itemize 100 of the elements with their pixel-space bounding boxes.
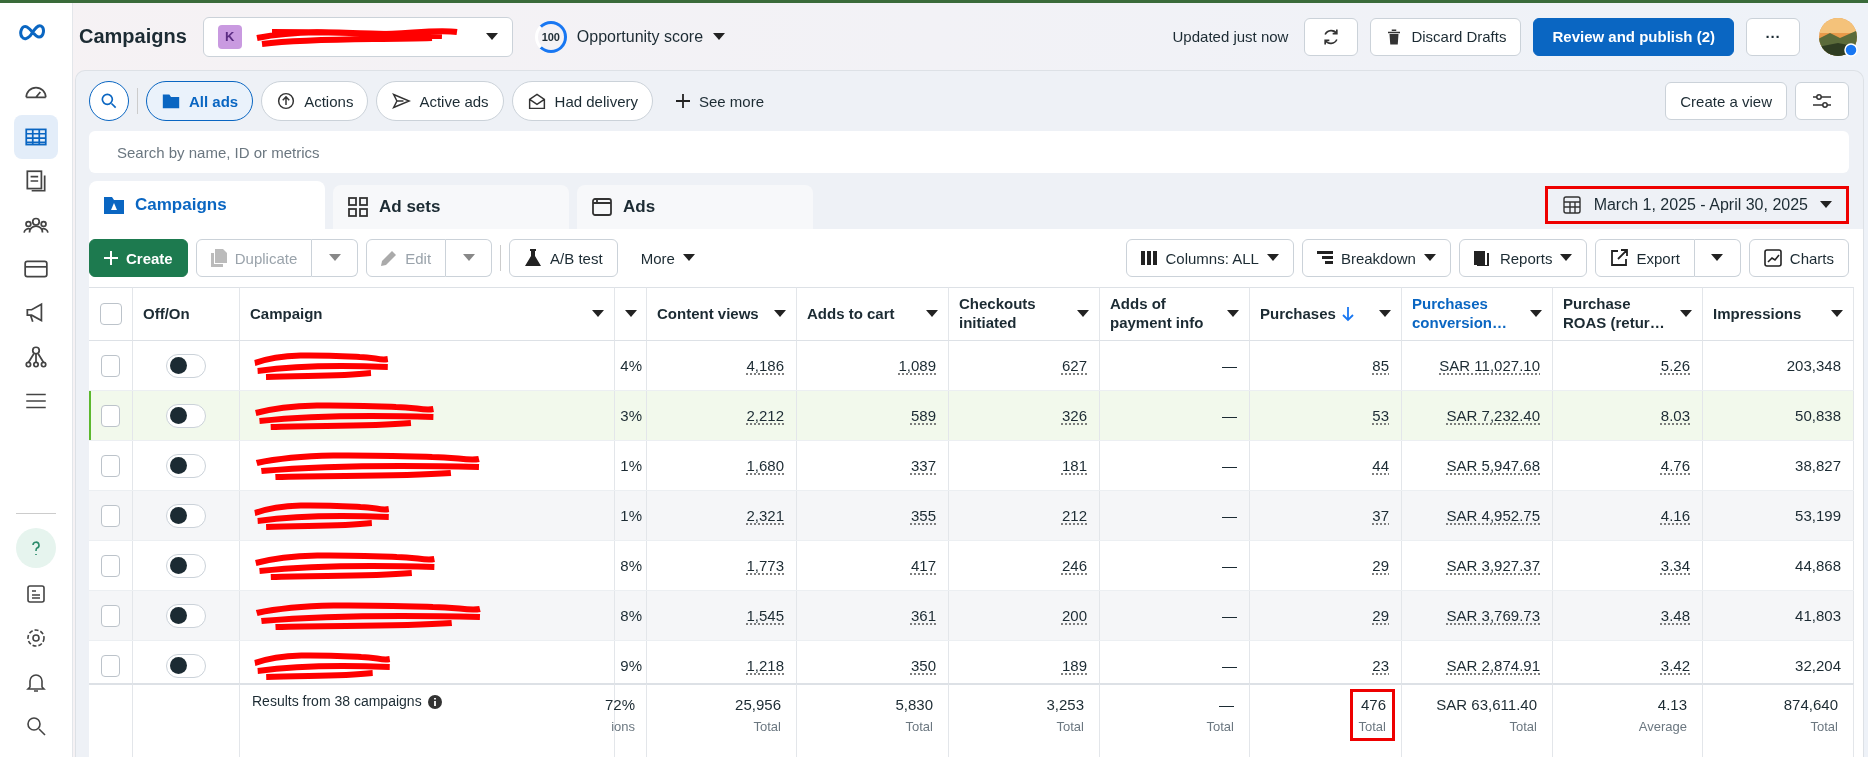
column-menu-icon[interactable] [1530,310,1542,318]
column-menu-icon[interactable] [926,310,938,318]
column-menu-icon[interactable] [1227,310,1239,318]
column-menu-icon[interactable] [774,310,786,318]
opportunity-score-dropdown[interactable]: 100 Opportunity score [534,20,726,53]
toggle-switch[interactable] [166,453,206,478]
toggle-switch[interactable] [166,403,206,428]
level-tab[interactable]: Ad sets [333,185,569,229]
row-checkbox[interactable] [101,604,120,627]
column-menu-icon[interactable] [625,310,637,318]
table-cell: 32,204 [1795,657,1841,674]
review-publish-button[interactable]: Review and publish (2) [1533,17,1734,56]
charts-button[interactable]: Charts [1748,239,1849,277]
export-dropdown-button[interactable] [1694,239,1741,277]
export-icon [1610,249,1629,267]
toggle-switch[interactable] [166,503,206,528]
level-tab[interactable]: Ads [577,185,813,229]
table-cell: SAR 7,232.40 [1446,407,1540,424]
table-cell: 53 [1372,407,1389,424]
create-view-button[interactable]: Create a view [1665,82,1787,120]
total-note: ions [611,719,635,734]
table-cell: 37 [1372,507,1389,524]
column-menu-icon[interactable] [1831,310,1843,318]
see-more-button[interactable]: See more [660,81,778,121]
table-cell: 8% [620,557,642,574]
row-checkbox[interactable] [101,454,120,477]
create-button[interactable]: Create [89,239,188,277]
table-cell: 181 [1061,457,1087,474]
filter-settings-button[interactable] [1795,82,1849,120]
table-cell: 246 [1061,557,1087,574]
table-cell: 1,218 [746,657,784,674]
table-cell: 1,089 [898,357,936,374]
table-cell: — [1222,557,1237,574]
table-cell: 627 [1061,357,1087,374]
table-cell: SAR 3,769.73 [1446,607,1540,624]
window-icon [591,196,613,218]
upload-icon [276,92,297,110]
flask-icon [524,249,543,267]
column-menu-icon[interactable] [592,310,604,318]
columns-dropdown-button[interactable]: Columns: ALL [1126,239,1294,277]
table-cell: 3% [620,407,642,424]
search-icon [99,91,119,111]
filter-chip[interactable]: Had delivery [511,81,653,121]
chart-icon [1763,249,1782,267]
edit-dropdown-button[interactable] [446,239,493,277]
more-button[interactable]: ··· [1746,17,1800,56]
table-cell: 8% [620,607,642,624]
table-cell: 44,868 [1795,557,1841,574]
total-value: — [1219,696,1234,713]
grid-icon [347,196,369,218]
reports-dropdown-button[interactable]: Reports [1458,239,1588,277]
breakdown-dropdown-button[interactable]: Breakdown [1301,239,1451,277]
ab-test-button[interactable]: A/B test [509,239,618,277]
more-dropdown-button[interactable]: More [625,239,710,277]
table-cell: 53,199 [1795,507,1841,524]
row-checkbox[interactable] [101,654,120,677]
row-checkbox[interactable] [101,554,120,577]
table-cell: 589 [910,407,936,424]
refresh-button[interactable] [1304,17,1359,56]
search-field[interactable]: Search by name, ID or metrics [89,131,1849,173]
table-cell: 5.26 [1660,357,1690,374]
caret-icon [1820,201,1832,209]
table-cell: 8.03 [1660,407,1690,424]
discard-drafts-button[interactable]: Discard Drafts [1370,17,1522,56]
export-button[interactable]: Export [1595,239,1695,277]
row-checkbox[interactable] [101,354,120,377]
table-cell: — [1222,357,1237,374]
table-cell: 350 [910,657,936,674]
duplicate-dropdown-button[interactable] [312,239,359,277]
table-cell: 50,838 [1795,407,1841,424]
filter-chip[interactable]: All ads [146,81,254,121]
total-value: 5,830 [895,696,933,713]
row-checkbox[interactable] [101,404,120,427]
caret-icon [485,32,498,41]
level-tab[interactable]: Campaigns [89,181,325,229]
total-note: Total [905,719,933,734]
filter-chip[interactable]: Actions [261,81,369,121]
caret-icon [1711,254,1724,262]
select-all-checkbox[interactable] [99,303,122,325]
toggle-switch[interactable] [166,653,206,678]
column-menu-icon[interactable] [1077,310,1089,318]
filter-chip[interactable]: Active ads [376,81,504,121]
table-icon[interactable] [14,115,58,159]
table-cell: 29 [1372,607,1389,624]
toggle-switch[interactable] [166,603,206,628]
column-menu-icon[interactable] [1680,310,1692,318]
toggle-switch[interactable] [166,353,206,378]
pencil-icon [381,250,398,266]
row-checkbox[interactable] [101,504,120,527]
column-menu-icon[interactable] [1379,310,1391,318]
toggle-switch[interactable] [166,553,206,578]
caret-icon [1266,254,1279,262]
table-cell: 44 [1372,457,1389,474]
page-title: Campaigns [79,25,187,48]
date-range-picker[interactable]: March 1, 2025 - April 30, 2025 [1544,186,1849,224]
table-cell: — [1222,507,1237,524]
table-cell: — [1222,657,1237,674]
search-button[interactable] [89,81,129,121]
account-dropdown[interactable]: K [202,16,513,57]
table-cell: SAR 3,927.37 [1446,557,1540,574]
